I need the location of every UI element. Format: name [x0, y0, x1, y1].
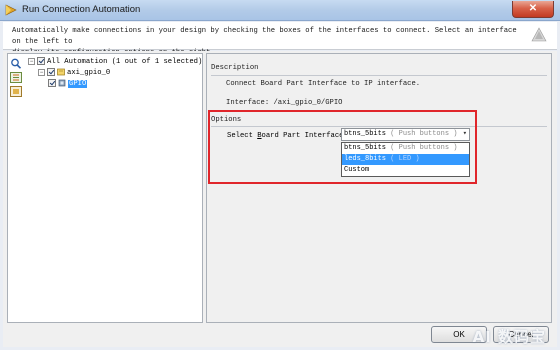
tree-row-gpio[interactable]: GPIO — [28, 79, 202, 90]
divider — [211, 75, 547, 76]
description-heading: Description — [211, 64, 259, 72]
tree-row-axi-gpio[interactable]: − axi_gpio_0 — [28, 68, 202, 79]
header-message-line-1: Automatically make connections in your d… — [12, 27, 517, 46]
dialog-header: Automatically make connections in your d… — [3, 22, 557, 57]
interface-tree: − All Automation (1 out of 1 selected) − a… — [28, 57, 202, 90]
tree-row-all-automation[interactable]: − All Automation (1 out of 1 selected) — [28, 57, 202, 68]
configuration-pane: Description Connect Board Part Interface… — [206, 53, 552, 323]
collapse-icon[interactable]: − — [28, 57, 35, 65]
tree-toolbar — [10, 58, 24, 100]
description-line-2: Interface: /axi_gpio_0/GPIO — [226, 99, 343, 107]
tree-label-all-automation: All Automation (1 out of 1 selected) — [47, 58, 203, 66]
search-icon[interactable] — [10, 58, 22, 69]
ip-block-icon — [57, 68, 65, 76]
window-title: Run Connection Automation — [22, 4, 141, 15]
description-line-1: Connect Board Part Interface to IP inter… — [226, 80, 421, 88]
interface-tree-pane: − All Automation (1 out of 1 selected) − a… — [7, 53, 203, 323]
tree-label-axi-gpio: axi_gpio_0 — [67, 69, 111, 77]
vivado-app-icon — [5, 4, 17, 16]
highlight-annotation-box — [208, 110, 477, 184]
checkbox-axi-gpio[interactable] — [47, 68, 55, 77]
collapse-icon[interactable]: − — [38, 68, 45, 76]
xilinx-logo-icon — [531, 27, 547, 42]
checkbox-all-automation[interactable] — [37, 57, 45, 66]
watermark: AI 数码宝 — [472, 328, 546, 346]
interface-port-icon — [58, 79, 66, 87]
collapse-all-icon[interactable] — [10, 86, 22, 97]
dialog-body: − All Automation (1 out of 1 selected) − a… — [3, 51, 557, 347]
checkbox-gpio[interactable] — [48, 79, 56, 88]
tree-label-gpio: GPIO — [68, 80, 88, 88]
close-button[interactable]: ✕ — [512, 1, 554, 18]
expand-all-icon[interactable] — [10, 72, 22, 83]
title-bar: Run Connection Automation ✕ — [0, 0, 560, 21]
close-icon: ✕ — [528, 3, 538, 14]
